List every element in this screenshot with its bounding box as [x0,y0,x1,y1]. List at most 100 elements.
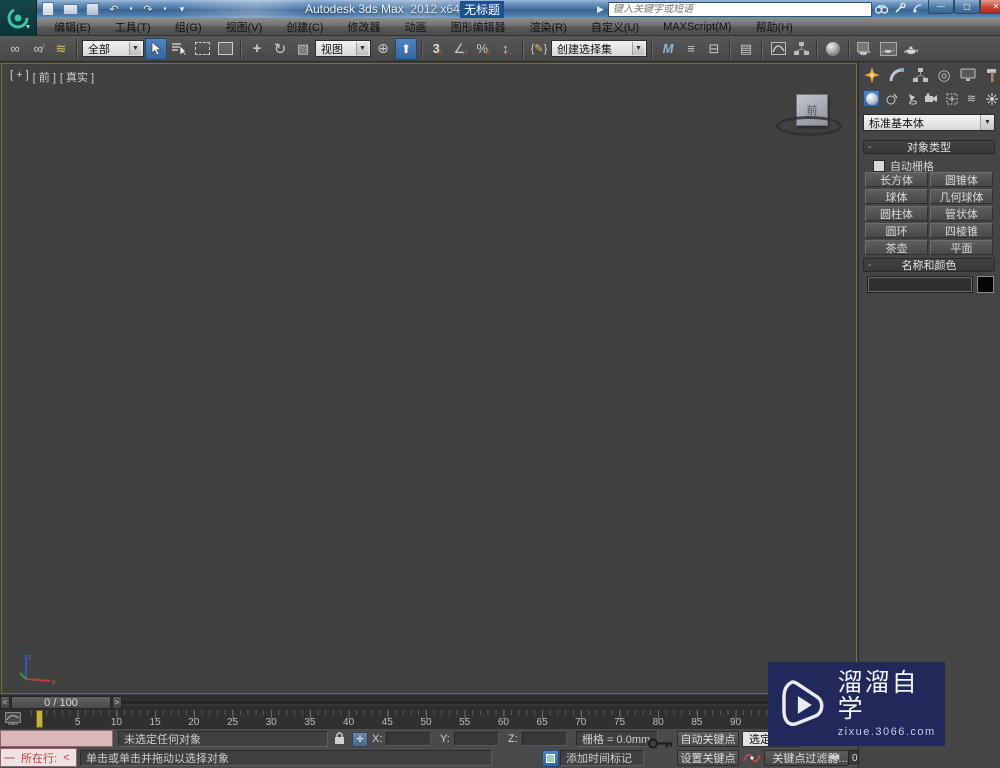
close-button[interactable]: ✕ [980,0,1000,14]
percent-snap-toggle-icon[interactable]: % ∩ [473,38,495,60]
next-frame-arrow[interactable]: > [112,696,122,709]
button-cylinder[interactable]: 圆柱体 [865,206,928,221]
button-pyramid[interactable]: 四棱锥 [930,223,993,238]
window-crossing-toggle-icon[interactable] [214,38,236,60]
communication-center-icon[interactable] [910,2,925,15]
spinner-snap-toggle-icon[interactable]: ↕ ∩ [496,38,518,60]
search-binoculars-icon[interactable] [874,2,889,15]
set-key-button[interactable]: 设置关键点 [677,750,739,766]
restore-button[interactable]: ▢ [954,0,980,14]
viewport-menu-general[interactable]: [ + ] [10,69,29,85]
select-and-link-icon[interactable]: ∞ [4,38,26,60]
key-filters-button[interactable]: 关键点过滤器... [764,750,856,766]
subtab-geometry-icon[interactable] [863,90,880,107]
key-mode-curve-icon[interactable] [743,751,761,768]
z-coordinate-field[interactable] [522,732,567,746]
redo-dropdown-icon[interactable]: ▾ [162,2,168,16]
menu-help[interactable]: 帮助(H) [744,18,805,36]
button-sphere[interactable]: 球体 [865,189,928,204]
mirror-icon[interactable]: M [657,38,679,60]
subtab-lights-icon[interactable] [903,90,920,107]
subtab-helpers-icon[interactable] [943,90,960,107]
layer-manager-icon[interactable]: ⊟ [703,38,725,60]
select-object-button[interactable] [145,37,167,60]
rectangular-selection-region-icon[interactable] [191,38,213,60]
save-file-icon[interactable] [84,2,100,16]
viewcube-compass-ring[interactable] [776,116,842,136]
viewport-menu-pov[interactable]: [ 前 ] [33,69,56,85]
tab-utilities-icon[interactable] [983,66,1000,84]
rollout-object-type[interactable]: - 对象类型 [863,140,995,154]
button-geosphere[interactable]: 几何球体 [930,189,993,204]
select-and-move-icon[interactable]: + [246,38,268,60]
current-frame-marker[interactable] [36,710,43,728]
track-bar[interactable]: 051015202530354045505560657075808590 [0,710,858,730]
render-setup-icon[interactable] [854,38,876,60]
isolate-selection-toggle-icon[interactable] [542,750,559,767]
select-and-scale-icon[interactable]: ▧ [292,38,314,60]
undo-dropdown-icon[interactable]: ▾ [128,2,134,16]
go-to-start-icon[interactable]: ◀◀ [828,752,839,761]
select-by-name-icon[interactable] [168,38,190,60]
rendered-frame-window-icon[interactable] [877,38,899,60]
absolute-offset-mode-icon[interactable]: ✛ [352,732,368,747]
search-expand-arrow-icon[interactable]: ▶ [597,4,604,15]
reference-coordinate-dropdown[interactable]: 视图 ▼ [315,40,371,57]
graphite-modeling-icon[interactable]: ▤ [735,38,757,60]
menu-edit[interactable]: 编辑(E) [42,18,103,36]
undo-icon[interactable]: ↶ [106,2,122,16]
redo-icon[interactable]: ↷ [140,2,156,16]
menu-group[interactable]: 组(G) [163,18,214,36]
angle-snap-toggle-icon[interactable]: ∠ ∩ [450,38,472,60]
use-pivot-point-icon[interactable]: ⊕ [372,38,394,60]
menu-maxscript[interactable]: MAXScript(M) [651,18,743,36]
object-name-field[interactable] [867,276,973,293]
bind-to-space-warp-icon[interactable]: ≋ [50,38,72,60]
viewport-front[interactable]: [ + ] [ 前 ] [ 真实 ] 前 z x [1,63,857,694]
tab-motion-icon[interactable]: ◎ [935,66,953,84]
x-coordinate-field[interactable] [386,732,431,746]
time-slider-handle[interactable]: 0 / 100 [11,696,111,709]
infocenter-search[interactable] [608,2,872,17]
menu-graph-editors[interactable]: 图形编辑器 [439,18,518,36]
subtab-shapes-icon[interactable] [883,90,900,107]
edit-named-selection-sets-icon[interactable]: {✎} [528,38,550,60]
subtab-systems-icon[interactable] [983,90,1000,107]
object-color-swatch[interactable] [977,276,994,293]
subtab-spacewarps-icon[interactable]: ≋ [963,90,980,107]
selection-lock-icon[interactable] [334,732,345,750]
new-scene-icon[interactable] [40,2,56,16]
set-key-icon[interactable] [647,737,674,755]
button-plane[interactable]: 平面 [930,240,993,255]
button-tube[interactable]: 管状体 [930,206,993,221]
curve-editor-icon[interactable] [767,38,789,60]
macro-recorder-field[interactable] [0,730,113,747]
named-selection-sets-dropdown[interactable]: 创建选择集 ▼ [551,40,647,57]
menu-animation[interactable]: 动画 [393,18,439,36]
align-icon[interactable]: ≡ [680,38,702,60]
subtab-cameras-icon[interactable] [923,90,940,107]
listener-scroll-arrow-icon[interactable]: < [63,752,69,764]
rollout-collapse-icon[interactable]: - [868,260,871,271]
previous-frame-arrow[interactable]: < [0,696,10,709]
material-editor-icon[interactable] [822,38,844,60]
application-button[interactable] [0,0,37,36]
menu-views[interactable]: 视图(V) [214,18,275,36]
menu-create[interactable]: 创建(C) [274,18,335,36]
menu-customize[interactable]: 自定义(U) [579,18,651,36]
render-production-icon[interactable] [900,38,922,60]
button-teapot[interactable]: 茶壶 [865,240,928,255]
button-torus[interactable]: 圆环 [865,223,928,238]
tab-hierarchy-icon[interactable] [911,66,929,84]
open-file-icon[interactable] [62,2,78,16]
tab-create-icon[interactable] [863,66,881,84]
select-and-manipulate-icon[interactable]: ⬆ [395,37,417,60]
time-slider-track[interactable] [0,701,858,705]
primitive-category-dropdown[interactable]: 标准基本体 ▼ [863,114,995,131]
mini-curve-editor-icon[interactable] [5,712,23,726]
menu-modifiers[interactable]: 修改器 [336,18,393,36]
selection-filter-dropdown[interactable]: 全部 ▼ [82,40,144,57]
maxscript-mini-listener[interactable]: 一 所在行: < [0,748,77,767]
snap-toggle-3d-icon[interactable]: 3 ∩ [427,38,449,60]
tab-modify-icon[interactable] [887,66,905,84]
